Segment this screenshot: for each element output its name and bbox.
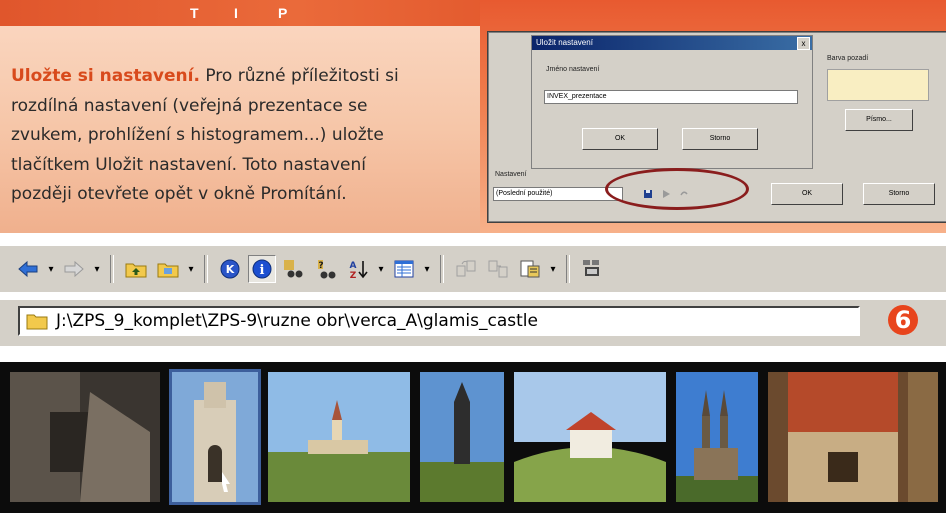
thumbnail-castle-tower-selected[interactable] (169, 369, 261, 505)
separator (566, 255, 570, 283)
find-key-icon[interactable]: ? (312, 255, 340, 283)
folder-icon (26, 314, 48, 330)
tip-line: tlačítkem Uložit nastavení. Toto nastave… (11, 154, 366, 175)
back-arrow-icon[interactable] (14, 255, 42, 283)
save-settings-dialog: Uložit nastavení x Jméno nastavení INVEX… (531, 35, 813, 169)
step-number-badge: 6 (888, 305, 918, 335)
thumbnail-church-landscape[interactable] (268, 372, 410, 502)
settings-select[interactable]: (Poslední použité) (493, 187, 623, 201)
name-field-value: INVEX_prezentace (547, 93, 607, 100)
thumbnail-cathedral-spires[interactable] (676, 372, 758, 502)
folder-up-icon[interactable] (122, 255, 150, 283)
background-color-label: Barva pozadí (827, 55, 869, 62)
svg-text:i: i (260, 263, 265, 278)
forward-arrow-icon[interactable] (60, 255, 88, 283)
svg-text:Z: Z (350, 271, 357, 281)
chevron-down-icon[interactable]: ▾ (376, 255, 386, 283)
dialog-title: Uložit nastavení x (532, 36, 812, 50)
properties-icon[interactable] (516, 255, 544, 283)
tip-line: zvukem, prohlížení s histogramem...) ulo… (11, 125, 384, 145)
tip-line: rozdílná nastavení (veřejná prezentace s… (11, 95, 368, 116)
copy-to-icon[interactable] (452, 255, 480, 283)
tip-line: Pro různé příležitosti si (199, 66, 399, 86)
view-details-icon[interactable] (390, 255, 418, 283)
tip-heading-letter: P (278, 5, 288, 21)
address-bar: J:\ZPS_9_komplet\ZPS-9\ruzne obr\verca_A… (0, 300, 946, 346)
font-button[interactable]: Písmo... (845, 109, 913, 131)
background-color-swatch[interactable] (827, 69, 929, 101)
close-button[interactable]: x (797, 37, 810, 50)
thumbnail-chapel-on-hill[interactable] (514, 372, 666, 502)
chevron-down-icon[interactable]: ▾ (422, 255, 432, 283)
binoculars-icon[interactable] (280, 255, 308, 283)
settings-select-value: (Poslední použité) (496, 190, 553, 197)
slideshow-icon[interactable] (578, 255, 606, 283)
sort-az-icon[interactable]: AZ (344, 255, 372, 283)
address-path: J:\ZPS_9_komplet\ZPS-9\ruzne obr\verca_A… (56, 311, 538, 331)
cancel-button[interactable]: Storno (682, 128, 758, 150)
highlight-oval (605, 168, 749, 210)
ok-button[interactable]: OK (582, 128, 658, 150)
chevron-down-icon[interactable]: ▾ (548, 255, 558, 283)
tip-box: T I P Uložte si nastavení. Pro různé pří… (0, 0, 496, 233)
settings-label: Nastavení (495, 171, 527, 178)
thumbnail-monument-tower[interactable] (420, 372, 504, 502)
tip-heading: T I P (0, 0, 496, 26)
dialog-title-text: Uložit nastavení (536, 38, 593, 47)
folder-browse-icon[interactable] (154, 255, 182, 283)
dialog-cancel-button[interactable]: Storno (863, 183, 935, 205)
thumbnail-rooftop-view[interactable] (768, 372, 938, 502)
tip-line: později otevřete opět v okně Promítání. (11, 184, 347, 204)
chevron-down-icon[interactable]: ▾ (46, 255, 56, 283)
address-input[interactable]: J:\ZPS_9_komplet\ZPS-9\ruzne obr\verca_A… (18, 306, 860, 336)
separator (204, 255, 208, 283)
chevron-down-icon[interactable]: ▾ (92, 255, 102, 283)
svg-text:K: K (226, 263, 235, 276)
tip-heading-letter: T (190, 5, 199, 21)
k-circle-icon[interactable]: K (216, 255, 244, 283)
thumbnail-strip (0, 362, 946, 513)
separator (110, 255, 114, 283)
name-label: Jméno nastavení (546, 66, 600, 73)
separator (440, 255, 444, 283)
move-to-icon[interactable] (484, 255, 512, 283)
name-field[interactable]: INVEX_prezentace (544, 90, 798, 104)
tip-lead: Uložte si nastavení. (11, 66, 200, 86)
thumbnail-old-stone-wall[interactable] (10, 372, 160, 502)
tip-text: Uložte si nastavení. Pro různé příležito… (11, 62, 486, 210)
svg-text:?: ? (318, 261, 323, 271)
toolbar: ▾ ▾ ▾ K i ? AZ ▾ ▾ ▾ (0, 246, 946, 292)
tip-heading-letter: I (234, 5, 238, 21)
dialog-ok-button[interactable]: OK (771, 183, 843, 205)
chevron-down-icon[interactable]: ▾ (186, 255, 196, 283)
svg-text:A: A (350, 261, 357, 271)
info-circle-icon[interactable]: i (248, 255, 276, 283)
